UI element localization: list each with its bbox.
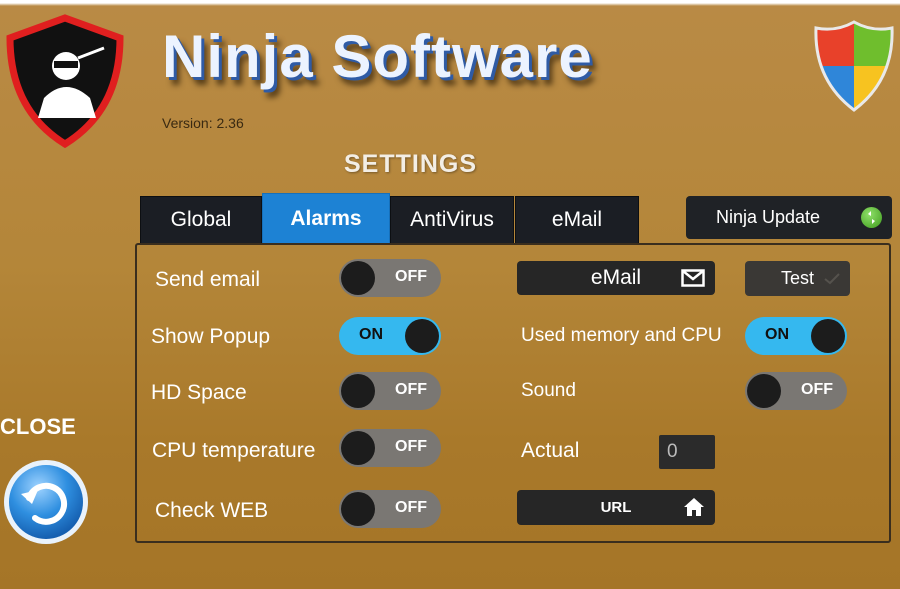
check-web-toggle[interactable]: OFF	[339, 490, 441, 528]
email-button-label: eMail	[590, 266, 642, 289]
email-button[interactable]: eMail	[517, 261, 715, 295]
actual-value-input[interactable]	[659, 435, 715, 469]
cpu-temperature-toggle[interactable]: OFF	[339, 429, 441, 467]
envelope-icon	[681, 269, 705, 287]
toggle-state: ON	[359, 326, 383, 343]
show-popup-toggle[interactable]: ON	[339, 317, 441, 355]
toggle-state: OFF	[801, 381, 833, 398]
tab-alarms[interactable]: Alarms	[262, 193, 390, 245]
toggle-state: OFF	[395, 499, 427, 516]
ninja-update-button[interactable]: Ninja Update	[686, 196, 892, 239]
cpu-temperature-label: CPU temperature	[152, 439, 316, 462]
used-memory-cpu-toggle[interactable]: ON	[745, 317, 847, 355]
used-memory-cpu-label: Used memory and CPU	[521, 325, 722, 346]
toggle-knob	[341, 492, 375, 526]
tab-global[interactable]: Global	[140, 196, 262, 244]
tab-antivirus[interactable]: AntiVirus	[390, 196, 514, 244]
home-icon	[684, 498, 704, 516]
toggle-state: ON	[765, 326, 789, 343]
toggle-knob	[341, 374, 375, 408]
actual-label: Actual	[521, 439, 580, 462]
sound-label: Sound	[521, 380, 576, 401]
toggle-state: OFF	[395, 438, 427, 455]
close-label: CLOSE	[0, 414, 76, 439]
toggle-state: OFF	[395, 268, 427, 285]
check-web-label: Check WEB	[155, 499, 269, 522]
url-button-label: URL	[600, 499, 632, 516]
send-email-toggle[interactable]: OFF	[339, 259, 441, 297]
hd-space-label: HD Space	[151, 381, 247, 404]
hd-space-toggle[interactable]: OFF	[339, 372, 441, 410]
app-title: Ninja Software	[162, 23, 593, 90]
toggle-knob	[405, 319, 439, 353]
toggle-state: OFF	[395, 381, 427, 398]
toggle-knob	[747, 374, 781, 408]
tab-email[interactable]: eMail	[515, 196, 639, 244]
url-button[interactable]: URL	[517, 490, 715, 525]
windows-shield-icon	[814, 20, 894, 112]
close-button[interactable]	[2, 458, 90, 546]
sound-toggle[interactable]: OFF	[745, 372, 847, 410]
version-label: Version: 2.36	[162, 115, 244, 131]
toggle-knob	[811, 319, 845, 353]
settings-heading: SETTINGS	[344, 150, 478, 178]
refresh-icon	[861, 207, 882, 228]
show-popup-label: Show Popup	[151, 325, 271, 348]
toggle-knob	[341, 261, 375, 295]
toggle-knob	[341, 431, 375, 465]
ninja-update-label: Ninja Update	[716, 207, 821, 227]
ninja-logo-icon	[6, 14, 124, 148]
test-button-label: Test	[780, 268, 814, 288]
undo-arrow-icon	[4, 460, 88, 544]
check-icon	[824, 273, 840, 285]
send-email-label: Send email	[155, 268, 261, 291]
test-button[interactable]: Test	[745, 261, 850, 296]
